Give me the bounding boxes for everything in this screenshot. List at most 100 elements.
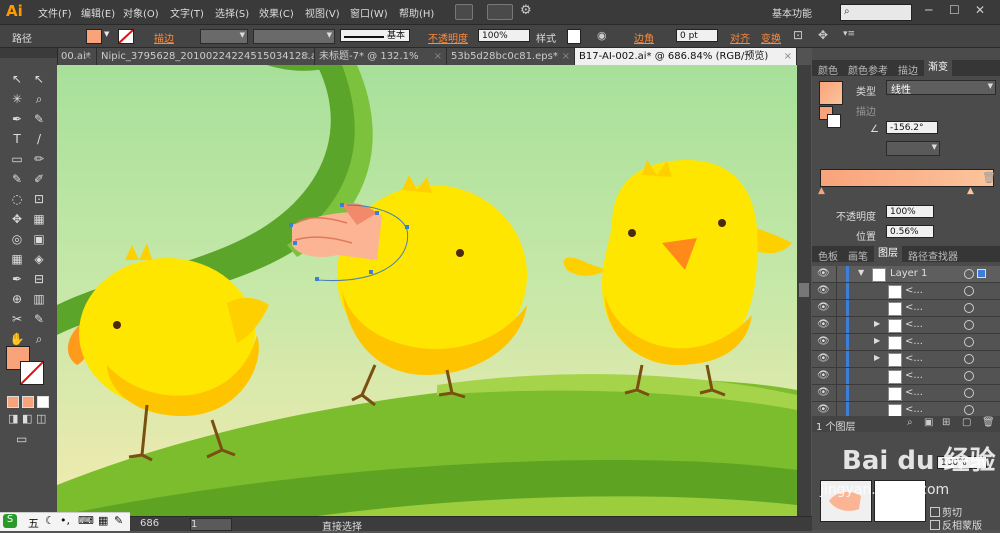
tool-button[interactable]: ↖ [8, 70, 26, 88]
artboard-canvas[interactable] [57, 65, 797, 516]
ime-mode[interactable]: 五 [28, 515, 39, 531]
tool-button[interactable]: ▭ [8, 150, 26, 168]
tool-button[interactable]: ↖ [30, 70, 48, 88]
expand-triangle-icon[interactable]: ▶ [874, 353, 880, 362]
gradient-stop-start[interactable]: ▲ [818, 186, 825, 196]
sublayer-name[interactable]: <... [905, 302, 923, 313]
tool-button[interactable]: ◌ [8, 190, 26, 208]
menu-object[interactable]: 对象(O) [123, 5, 159, 20]
tool-button[interactable]: ✒ [8, 110, 26, 128]
close-button[interactable]: ✕ [975, 3, 985, 17]
expand-triangle-icon[interactable]: ▶ [874, 319, 880, 328]
layer-row[interactable]: 👁 <... [812, 283, 1000, 300]
sublayer-name[interactable]: <... [905, 370, 923, 381]
tool-button[interactable]: ⌕ [30, 330, 48, 348]
graphic-style-swatch[interactable] [567, 29, 581, 44]
visibility-eye-icon[interactable]: 👁 [817, 404, 830, 415]
tool-button[interactable]: ✎ [30, 110, 48, 128]
delete-stop-icon[interactable]: 🗑 [982, 171, 996, 184]
keyboard-icon[interactable]: ⌨ [78, 514, 94, 527]
workspace-switcher[interactable]: 基本功能 [772, 5, 812, 20]
tool-button[interactable]: ▦ [8, 250, 26, 268]
moon-icon[interactable]: ☾ [45, 514, 55, 527]
opacity-field[interactable]: 100% [478, 29, 530, 42]
gradient-slider[interactable] [820, 169, 994, 187]
gradient-mode-button[interactable] [22, 396, 34, 408]
tool-button[interactable]: ▦ [30, 210, 48, 228]
color-mode-button[interactable] [7, 396, 19, 408]
layer-row[interactable]: 👁 <... [812, 300, 1000, 317]
transform-link[interactable]: 变换 [761, 30, 781, 45]
sublayer-name[interactable]: <... [905, 353, 923, 364]
transform-each-icon[interactable]: ✥ [818, 28, 828, 42]
stop-position-field[interactable]: 0.56% [886, 225, 934, 238]
search-input[interactable]: ⌕ [840, 4, 912, 21]
arrange-documents-icon[interactable] [487, 4, 513, 20]
sublayer-name[interactable]: <... [905, 319, 923, 330]
maximize-button[interactable]: ☐ [949, 3, 960, 17]
target-circle-icon[interactable] [964, 371, 974, 381]
tab-color[interactable]: 颜色 [818, 62, 838, 77]
tool-button[interactable]: ◈ [30, 250, 48, 268]
draw-behind-icon[interactable]: ◧ [22, 412, 32, 425]
menu-help[interactable]: 帮助(H) [399, 5, 434, 20]
target-circle-icon[interactable] [964, 388, 974, 398]
tool-button[interactable]: ⊡ [30, 190, 48, 208]
menu-edit[interactable]: 编辑(E) [81, 5, 115, 20]
tab-layers[interactable]: 图层 [874, 246, 902, 262]
vertical-scrollbar[interactable] [797, 65, 811, 516]
corner-radius-field[interactable]: 0 pt [676, 29, 718, 42]
document-tab-active[interactable]: B17-AI-002.ai* @ 686.84% (RGB/预览) × [575, 48, 797, 65]
visibility-eye-icon[interactable]: 👁 [817, 353, 830, 364]
gpu-preview-icon[interactable]: ⚙ [520, 3, 532, 18]
stroke-weight-dropdown[interactable]: ▼ [200, 29, 248, 44]
gradient-preview-swatch[interactable] [819, 81, 843, 105]
tool-button[interactable]: ◎ [8, 230, 26, 248]
menu-type[interactable]: 文字(T) [170, 5, 204, 20]
grid-icon[interactable]: ▦ [98, 514, 108, 527]
invert-mask-checkbox[interactable] [930, 520, 940, 530]
tool-button[interactable]: ⌕ [30, 90, 48, 108]
layer-name[interactable]: Layer 1 [890, 268, 927, 279]
tool-button[interactable]: ✒ [8, 270, 26, 288]
panel-menu-icon[interactable]: ▾≡ [843, 29, 855, 39]
none-mode-button[interactable] [37, 396, 49, 408]
tool-button[interactable]: ✐ [30, 170, 48, 188]
tool-button[interactable]: ▣ [30, 230, 48, 248]
expand-triangle-icon[interactable]: ▶ [874, 336, 880, 345]
aspect-ratio-dropdown[interactable]: ▼ [886, 141, 940, 156]
gradient-stop-end[interactable]: ▲ [967, 186, 974, 196]
tool-button[interactable]: ✏ [30, 150, 48, 168]
chevron-down-icon[interactable]: ▼ [104, 30, 109, 38]
tool-button[interactable]: ✥ [8, 210, 26, 228]
new-layer-icon[interactable]: ▢ [962, 417, 971, 428]
menu-window[interactable]: 窗口(W) [350, 5, 388, 20]
tab-gradient[interactable]: 渐变 [924, 60, 952, 76]
tool-button[interactable]: ⊟ [30, 270, 48, 288]
tool-button[interactable]: ✂ [8, 310, 26, 328]
wrench-icon[interactable]: ✎ [114, 514, 123, 527]
tool-button[interactable]: ▥ [30, 290, 48, 308]
tool-button[interactable]: ✎ [30, 310, 48, 328]
tab-color-guide[interactable]: 颜色参考 [848, 62, 888, 77]
sublayer-name[interactable]: <... [905, 336, 923, 347]
gradient-angle-field[interactable]: -156.2° [886, 121, 938, 134]
tab-pathfinder[interactable]: 路径查找器 [908, 248, 958, 263]
gradient-type-dropdown[interactable]: 线性 ▼ [886, 80, 996, 96]
visibility-eye-icon[interactable]: 👁 [817, 285, 830, 296]
document-tab[interactable]: 00.ai* × [57, 48, 97, 65]
align-link[interactable]: 对齐 [730, 30, 750, 45]
document-tab[interactable]: Nipic_3795628_20100224224515034128.ai* × [97, 48, 315, 65]
layer-row[interactable]: 👁 <... [812, 385, 1000, 402]
menu-effect[interactable]: 效果(C) [259, 5, 294, 20]
tool-button[interactable]: ✎ [8, 170, 26, 188]
screen-mode-icon[interactable]: ▭ [16, 432, 27, 446]
tab-stroke[interactable]: 描边 [898, 62, 918, 77]
brush-definition-dropdown[interactable]: 基本 [340, 29, 410, 42]
visibility-eye-icon[interactable]: 👁 [817, 370, 830, 381]
draw-inside-icon[interactable]: ◫ [36, 412, 46, 425]
bridge-icon[interactable] [455, 4, 473, 20]
opacity-label[interactable]: 不透明度 [428, 30, 468, 45]
corner-label[interactable]: 边角 [634, 30, 654, 45]
target-circle-icon[interactable] [964, 354, 974, 364]
